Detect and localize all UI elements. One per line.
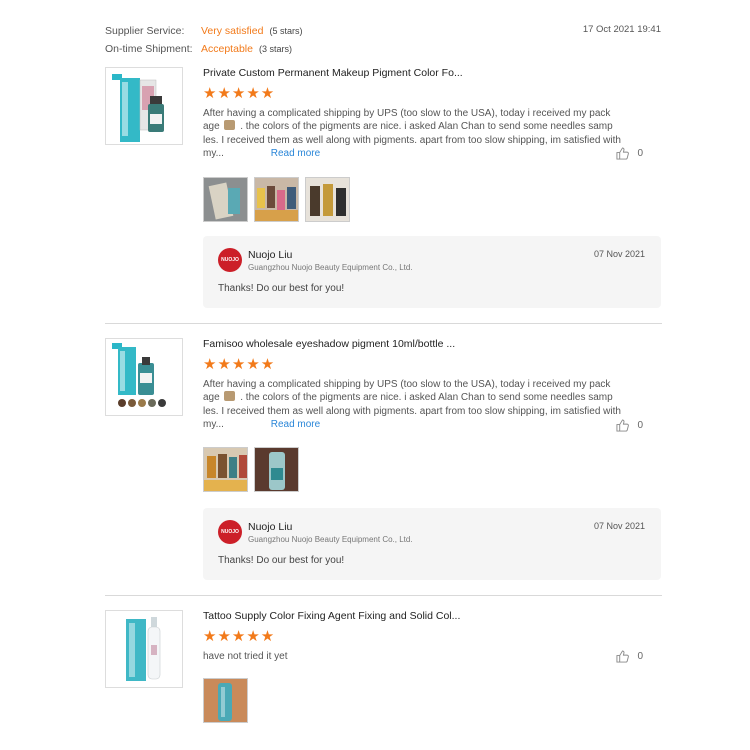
review-photo[interactable] bbox=[254, 177, 299, 222]
like-button[interactable]: 0 bbox=[616, 419, 643, 432]
product-title-link[interactable]: Tattoo Supply Color Fixing Agent Fixing … bbox=[203, 610, 661, 624]
product-title-link[interactable]: Famisoo wholesale eyeshadow pigment 10ml… bbox=[203, 338, 661, 352]
star-rating: ★★★★★ bbox=[203, 356, 276, 373]
on-time-shipment-row: On-time Shipment: Acceptable (3 stars) bbox=[105, 40, 661, 58]
like-button[interactable]: 0 bbox=[616, 650, 643, 663]
seller-avatar: NUOJO bbox=[218, 520, 242, 544]
like-button[interactable]: 0 bbox=[616, 147, 643, 160]
review-photo[interactable] bbox=[305, 177, 350, 222]
like-count: 0 bbox=[637, 148, 643, 159]
like-count: 0 bbox=[637, 420, 643, 431]
supplier-service-value: Very satisfied bbox=[201, 25, 264, 37]
seller-company: Guangzhou Nuojo Beauty Equipment Co., Lt… bbox=[248, 263, 413, 272]
seller-name: Nuojo Liu bbox=[248, 249, 293, 261]
review-photo[interactable] bbox=[203, 177, 248, 222]
reply-text: Thanks! Do our best for you! bbox=[218, 555, 345, 566]
supplier-service-label: Supplier Service: bbox=[105, 25, 185, 37]
review-body: Famisoo wholesale eyeshadow pigment 10ml… bbox=[203, 338, 661, 432]
review-photos bbox=[203, 177, 350, 222]
supplier-service-row: Supplier Service: Very satisfied (5 star… bbox=[105, 22, 661, 40]
reply-date: 07 Nov 2021 bbox=[593, 249, 645, 259]
product-thumbnail[interactable] bbox=[105, 338, 183, 416]
review-photo[interactable] bbox=[203, 678, 248, 723]
review-body: Tattoo Supply Color Fixing Agent Fixing … bbox=[203, 610, 661, 663]
package-emoji-icon bbox=[224, 391, 236, 402]
seller-company: Guangzhou Nuojo Beauty Equipment Co., Lt… bbox=[248, 535, 413, 544]
reply-date: 07 Nov 2021 bbox=[593, 521, 645, 531]
review-text-part: . the colors of the pigments are nice. i… bbox=[203, 392, 621, 431]
rating-header: Supplier Service: Very satisfied (5 star… bbox=[105, 22, 661, 58]
reply-text: Thanks! Do our best for you! bbox=[218, 283, 345, 294]
review-item: Tattoo Supply Color Fixing Agent Fixing … bbox=[105, 610, 662, 745]
read-more-link[interactable]: Read more bbox=[271, 148, 320, 159]
review-photo[interactable] bbox=[254, 447, 299, 492]
read-more-link[interactable]: Read more bbox=[271, 419, 320, 430]
product-thumbnail[interactable] bbox=[105, 610, 183, 688]
star-rating: ★★★★★ bbox=[203, 85, 276, 102]
package-emoji-icon bbox=[224, 120, 236, 131]
review-photos bbox=[203, 678, 248, 723]
seller-name: Nuojo Liu bbox=[248, 521, 293, 533]
on-time-shipment-value: Acceptable bbox=[201, 43, 253, 55]
seller-reply: NUOJO Nuojo Liu Guangzhou Nuojo Beauty E… bbox=[203, 236, 661, 308]
review-date: 17 Oct 2021 19:41 bbox=[582, 24, 661, 35]
thumbs-up-icon bbox=[616, 147, 630, 160]
product-title-link[interactable]: Private Custom Permanent Makeup Pigment … bbox=[203, 67, 661, 81]
review-text: After having a complicated shipping by U… bbox=[203, 107, 621, 161]
on-time-shipment-stars: (3 stars) bbox=[258, 44, 292, 54]
review-item: Private Custom Permanent Makeup Pigment … bbox=[105, 67, 662, 324]
review-text: After having a complicated shipping by U… bbox=[203, 378, 621, 432]
review-text-part: . the colors of the pigments are nice. i… bbox=[203, 121, 621, 160]
product-thumbnail[interactable] bbox=[105, 67, 183, 145]
review-photos bbox=[203, 447, 299, 492]
thumbs-up-icon bbox=[616, 419, 630, 432]
review-photo[interactable] bbox=[203, 447, 248, 492]
review-item: Famisoo wholesale eyeshadow pigment 10ml… bbox=[105, 338, 662, 596]
supplier-service-stars: (5 stars) bbox=[269, 26, 303, 36]
on-time-shipment-label: On-time Shipment: bbox=[105, 43, 193, 55]
review-body: Private Custom Permanent Makeup Pigment … bbox=[203, 67, 661, 161]
thumbs-up-icon bbox=[616, 650, 630, 663]
star-rating: ★★★★★ bbox=[203, 628, 276, 645]
seller-avatar: NUOJO bbox=[218, 248, 242, 272]
seller-reply: NUOJO Nuojo Liu Guangzhou Nuojo Beauty E… bbox=[203, 508, 661, 580]
like-count: 0 bbox=[637, 651, 643, 662]
review-text: have not tried it yet bbox=[203, 651, 288, 662]
